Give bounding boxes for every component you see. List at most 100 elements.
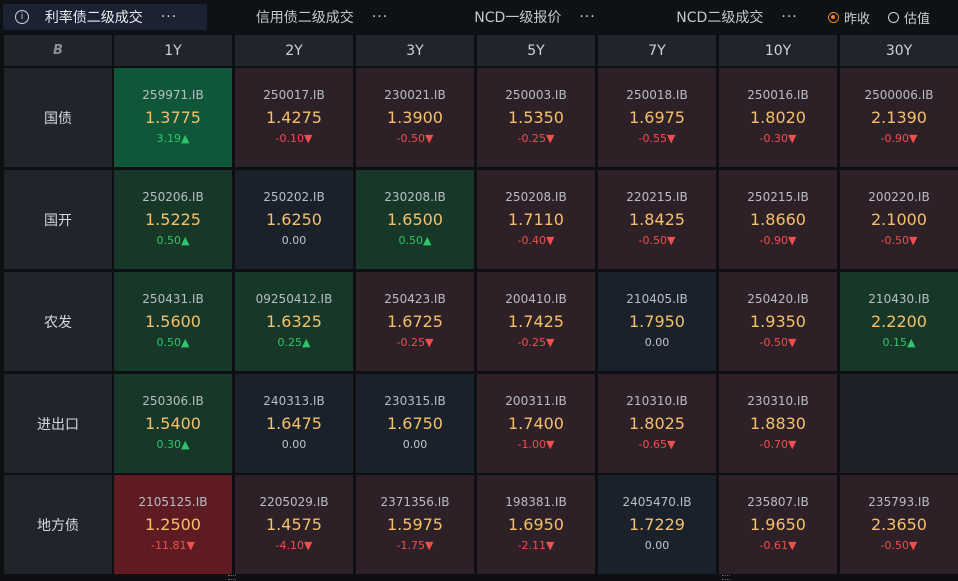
quote-cell[interactable]: 2405470.IB 1.7229 0.00 bbox=[598, 475, 716, 574]
bond-code: 250003.IB bbox=[505, 88, 567, 102]
quote-cell[interactable]: 250003.IB 1.5350 -0.25▼ bbox=[477, 68, 595, 167]
resize-handle-icon[interactable] bbox=[722, 575, 730, 580]
quote-cell[interactable]: 230310.IB 1.8830 -0.70▼ bbox=[719, 374, 837, 473]
quote-cell[interactable]: 230315.IB 1.6750 0.00 bbox=[356, 374, 474, 473]
quote-cell[interactable]: 09250412.IB 1.6325 0.25▲ bbox=[235, 272, 353, 371]
bond-code: 250018.IB bbox=[626, 88, 688, 102]
tab-label: NCD二级成交 bbox=[676, 10, 764, 26]
quote-cell[interactable]: 250017.IB 1.4275 -0.10▼ bbox=[235, 68, 353, 167]
tab-label: NCD一级报价 bbox=[474, 10, 562, 26]
column-header: 30Y bbox=[840, 35, 958, 66]
info-icon[interactable]: i bbox=[15, 10, 29, 24]
yield-value: 2.1000 bbox=[871, 210, 927, 229]
radio-selected-icon[interactable] bbox=[828, 12, 839, 23]
bond-code: 259971.IB bbox=[142, 88, 204, 102]
change-value: -0.50▼ bbox=[880, 539, 918, 552]
bond-code: 250215.IB bbox=[747, 190, 809, 204]
quote-cell[interactable]: 220215.IB 1.8425 -0.50▼ bbox=[598, 170, 716, 269]
quote-cell[interactable]: 250202.IB 1.6250 0.00 bbox=[235, 170, 353, 269]
yield-value: 1.9650 bbox=[750, 515, 806, 534]
more-icon[interactable]: ··· bbox=[579, 9, 595, 25]
more-icon[interactable]: ··· bbox=[161, 9, 177, 25]
quote-cell[interactable]: 250306.IB 1.5400 0.30▲ bbox=[114, 374, 232, 473]
quote-cell[interactable]: 235807.IB 1.9650 -0.61▼ bbox=[719, 475, 837, 574]
change-value: 0.30▲ bbox=[156, 438, 190, 451]
radio-label: 昨收 bbox=[844, 12, 871, 27]
quote-cell[interactable]: 235793.IB 2.3650 -0.50▼ bbox=[840, 475, 958, 574]
yield-value: 1.5400 bbox=[145, 414, 201, 433]
change-value: -4.10▼ bbox=[275, 539, 313, 552]
bond-code: 200311.IB bbox=[505, 394, 567, 408]
yield-value: 1.8025 bbox=[629, 414, 685, 433]
more-icon[interactable]: ··· bbox=[372, 9, 388, 25]
bond-code: 235793.IB bbox=[868, 495, 930, 509]
tab-rate-bond-secondary[interactable]: i 利率债二级成交 ··· bbox=[3, 4, 207, 30]
row-label: 国开 bbox=[4, 170, 112, 269]
yield-value: 1.7425 bbox=[508, 312, 564, 331]
tab-credit-bond-secondary[interactable]: 信用债二级成交 ··· bbox=[232, 4, 412, 30]
yield-value: 1.6750 bbox=[387, 414, 443, 433]
quote-cell[interactable]: 250016.IB 1.8020 -0.30▼ bbox=[719, 68, 837, 167]
yield-value: 1.6250 bbox=[266, 210, 322, 229]
bond-code: 250420.IB bbox=[747, 292, 809, 306]
yield-value: 1.6325 bbox=[266, 312, 322, 331]
bond-code: 250306.IB bbox=[142, 394, 204, 408]
quote-cell[interactable]: 2371356.IB 1.5975 -1.75▼ bbox=[356, 475, 474, 574]
bond-code: 2205029.IB bbox=[259, 495, 329, 509]
bond-code: 210405.IB bbox=[626, 292, 688, 306]
quote-cell[interactable]: 240313.IB 1.6475 0.00 bbox=[235, 374, 353, 473]
bond-code: 250017.IB bbox=[263, 88, 325, 102]
tab-ncd-secondary[interactable]: NCD二级成交 ··· bbox=[652, 4, 822, 30]
yield-value: 1.5975 bbox=[387, 515, 443, 534]
bond-code: 2500006.IB bbox=[864, 88, 934, 102]
resize-handle-icon[interactable] bbox=[228, 575, 236, 580]
quote-cell[interactable]: 250208.IB 1.7110 -0.40▼ bbox=[477, 170, 595, 269]
quote-cell[interactable]: 259971.IB 1.3775 3.19▲ bbox=[114, 68, 232, 167]
quote-cell[interactable]: 250206.IB 1.5225 0.50▲ bbox=[114, 170, 232, 269]
yield-value: 2.3650 bbox=[871, 515, 927, 534]
bond-code: 250202.IB bbox=[263, 190, 325, 204]
column-header: 3Y bbox=[356, 35, 474, 66]
change-value: 0.00 bbox=[281, 234, 307, 247]
quote-cell[interactable]: 230021.IB 1.3900 -0.50▼ bbox=[356, 68, 474, 167]
change-value: -1.75▼ bbox=[396, 539, 434, 552]
change-value: 0.00 bbox=[644, 539, 670, 552]
quote-cell[interactable]: 250423.IB 1.6725 -0.25▼ bbox=[356, 272, 474, 371]
quote-cell[interactable]: 2500006.IB 2.1390 -0.90▼ bbox=[840, 68, 958, 167]
quote-cell[interactable]: 210405.IB 1.7950 0.00 bbox=[598, 272, 716, 371]
bond-code: 198381.IB bbox=[505, 495, 567, 509]
quote-cell[interactable]: 198381.IB 1.6950 -2.11▼ bbox=[477, 475, 595, 574]
change-value: -0.10▼ bbox=[275, 132, 313, 145]
yield-value: 1.5600 bbox=[145, 312, 201, 331]
more-icon[interactable]: ··· bbox=[781, 9, 797, 25]
radio-prev-close[interactable]: 昨收 bbox=[828, 8, 870, 27]
quote-cell[interactable]: 200410.IB 1.7425 -0.25▼ bbox=[477, 272, 595, 371]
quote-cell[interactable]: 250018.IB 1.6975 -0.55▼ bbox=[598, 68, 716, 167]
quote-cell[interactable]: 2205029.IB 1.4575 -4.10▼ bbox=[235, 475, 353, 574]
change-value: -0.25▼ bbox=[517, 336, 555, 349]
radio-valuation[interactable]: 估值 bbox=[888, 8, 930, 27]
bond-code: 250016.IB bbox=[747, 88, 809, 102]
column-header: 1Y bbox=[114, 35, 232, 66]
corner-logo: B bbox=[4, 35, 112, 66]
quote-cell[interactable]: 200220.IB 2.1000 -0.50▼ bbox=[840, 170, 958, 269]
quote-cell[interactable]: 200311.IB 1.7400 -1.00▼ bbox=[477, 374, 595, 473]
change-value: 0.00 bbox=[402, 438, 428, 451]
radio-label: 估值 bbox=[904, 12, 931, 27]
tab-ncd-primary[interactable]: NCD一级报价 ··· bbox=[445, 4, 625, 30]
change-value: -0.25▼ bbox=[517, 132, 555, 145]
bond-code: 210310.IB bbox=[626, 394, 688, 408]
bond-code: 2371356.IB bbox=[380, 495, 450, 509]
yield-value: 1.8830 bbox=[750, 414, 806, 433]
change-value: 0.25▲ bbox=[277, 336, 311, 349]
yield-value: 1.3900 bbox=[387, 108, 443, 127]
quote-cell[interactable]: 250431.IB 1.5600 0.50▲ bbox=[114, 272, 232, 371]
quote-cell[interactable]: 250420.IB 1.9350 -0.50▼ bbox=[719, 272, 837, 371]
quote-cell[interactable]: 230208.IB 1.6500 0.50▲ bbox=[356, 170, 474, 269]
radio-unselected-icon[interactable] bbox=[888, 12, 899, 23]
quote-cell[interactable]: 2105125.IB 1.2500 -11.81▼ bbox=[114, 475, 232, 574]
bond-code: 235807.IB bbox=[747, 495, 809, 509]
quote-cell[interactable]: 210430.IB 2.2200 0.15▲ bbox=[840, 272, 958, 371]
quote-cell[interactable]: 250215.IB 1.8660 -0.90▼ bbox=[719, 170, 837, 269]
quote-cell[interactable]: 210310.IB 1.8025 -0.65▼ bbox=[598, 374, 716, 473]
